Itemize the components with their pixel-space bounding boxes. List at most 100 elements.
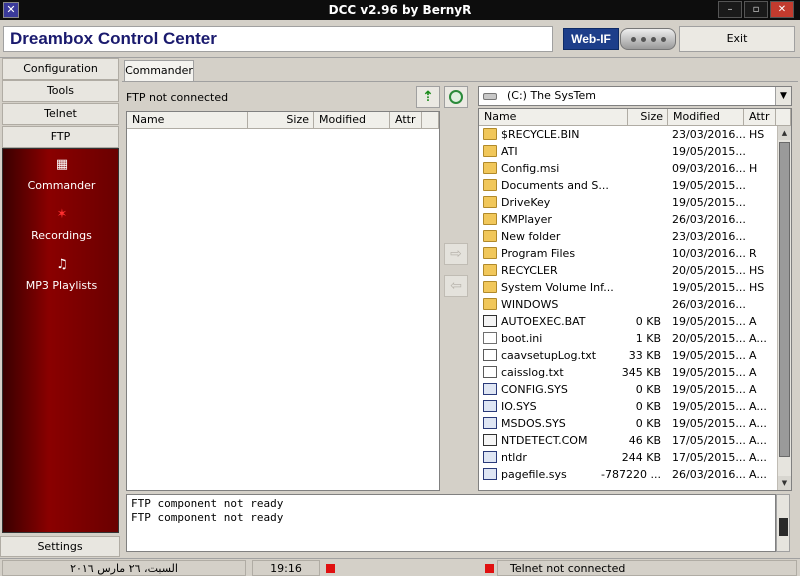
file-list-row[interactable]: ATI 19/05/2015... [479,143,776,160]
mp3-playlists-icon: ♫ [56,257,68,272]
file-list-row[interactable]: WINDOWS 26/03/2016... [479,296,776,313]
file-list-row[interactable]: KMPlayer 26/03/2016... [479,211,776,228]
local-col-attr[interactable]: Attr [744,109,776,126]
ftp-file-list[interactable]: Name Size Modified Attr [126,111,440,491]
ftp-connect-icon[interactable] [444,86,468,108]
file-name: KMPlayer [501,213,552,226]
folder-icon [483,230,497,242]
file-name: $RECYCLE.BIN [501,128,580,141]
nav-item-commander[interactable]: ▦ Commander [3,157,120,201]
file-list-row[interactable]: Program Files 10/03/2016... R [479,245,776,262]
file-modified: 19/05/2015... [672,315,746,328]
file-modified: 26/03/2016... [672,468,746,481]
chevron-down-icon[interactable]: ▼ [775,87,791,105]
file-modified: 19/05/2015... [672,383,746,396]
commander-panel: Commander FTP not connected ⇡ Name Size … [122,58,800,558]
ftp-nav-panel: ▦ Commander ✶ Recordings ♫ MP3 Playlists [2,148,119,533]
ftp-col-attr[interactable]: Attr [390,112,422,129]
tab-commander[interactable]: Commander [124,60,194,82]
log-scrollbar[interactable] [776,494,790,552]
file-modified: 10/03/2016... [672,247,746,260]
file-icon [483,468,497,480]
file-name: ntldr [501,451,527,464]
file-name: MSDOS.SYS [501,417,566,430]
ftp-col-size[interactable]: Size [248,112,314,129]
file-list-row[interactable]: ntldr 244 KB 17/05/2015... A... [479,449,776,466]
file-list-row[interactable]: Documents and S... 19/05/2015... [479,177,776,194]
scrollbar-thumb[interactable] [779,142,790,457]
file-size: 33 KB [628,349,661,362]
status-indicator-icon [326,564,335,573]
nav-telnet-button[interactable]: Telnet [2,103,119,125]
ftp-upload-icon[interactable]: ⇡ [416,86,440,108]
status-time: 19:16 [252,560,320,576]
app-name: Dreambox Control Center [10,29,217,48]
file-icon [483,332,497,344]
file-list-row[interactable]: caisslog.txt 345 KB 19/05/2015... A [479,364,776,381]
file-list-row[interactable]: NTDETECT.COM 46 KB 17/05/2015... A... [479,432,776,449]
scroll-up-icon[interactable]: ▲ [778,126,791,140]
drive-select[interactable]: (C:) The SysTem ▼ [478,86,792,106]
webif-logo[interactable]: Web-IF [563,28,619,50]
exit-button[interactable]: Exit [679,26,795,52]
copy-right-button[interactable]: ⇨ [444,243,468,265]
close-button[interactable]: ✕ [770,1,794,18]
file-list-row[interactable]: System Volume Inf... 19/05/2015... HS [479,279,776,296]
file-list-row[interactable]: RECYCLER 20/05/2015... HS [479,262,776,279]
file-icon [483,400,497,412]
local-file-list[interactable]: Name Size Modified Attr $RECYCLE.BIN 23/0… [478,108,792,491]
nav-item-mp3-playlists[interactable]: ♫ MP3 Playlists [3,257,120,301]
remote-control-icon[interactable] [620,28,676,50]
file-icon [483,349,497,361]
file-list-row[interactable]: pagefile.sys -787220 ... 26/03/2016... A... [479,466,776,483]
minimize-button[interactable]: – [718,1,742,18]
folder-icon [483,179,497,191]
file-list-row[interactable]: boot.ini 1 KB 20/05/2015... A... [479,330,776,347]
file-modified: 23/03/2016... [672,128,746,141]
file-name: ATI [501,145,518,158]
ftp-status-text: FTP not connected [126,91,229,104]
local-col-name[interactable]: Name [479,109,628,126]
nav-configuration-button[interactable]: Configuration [2,58,119,80]
folder-icon [483,162,497,174]
file-list-row[interactable]: MSDOS.SYS 0 KB 19/05/2015... A... [479,415,776,432]
folder-icon [483,145,497,157]
file-size: -787220 ... [601,468,661,481]
nav-tools-button[interactable]: Tools [2,80,119,102]
file-size: 1 KB [635,332,661,345]
file-attr: A [749,349,757,362]
nav-item-recordings[interactable]: ✶ Recordings [3,207,120,251]
file-attr: HS [749,128,765,141]
file-name: DriveKey [501,196,551,209]
file-list-row[interactable]: Config.msi 09/03/2016... H [479,160,776,177]
left-navigation: Configuration Tools Telnet FTP ▦ Command… [0,58,120,558]
file-list-row[interactable]: CONFIG.SYS 0 KB 19/05/2015... A [479,381,776,398]
ftp-col-name[interactable]: Name [127,112,248,129]
file-modified: 20/05/2015... [672,264,746,277]
file-list-row[interactable]: caavsetupLog.txt 33 KB 19/05/2015... A [479,347,776,364]
file-list-row[interactable]: $RECYCLE.BIN 23/03/2016... HS [479,126,776,143]
local-col-modified[interactable]: Modified [668,109,744,126]
file-list-row[interactable]: New folder 23/03/2016... [479,228,776,245]
maximize-button[interactable]: ▫ [744,1,768,18]
file-list-row[interactable]: AUTOEXEC.BAT 0 KB 19/05/2015... A [479,313,776,330]
file-modified: 26/03/2016... [672,213,746,226]
file-list-scrollbar[interactable]: ▲ ▼ [777,126,791,490]
settings-button[interactable]: Settings [0,536,120,557]
scroll-down-icon[interactable]: ▼ [778,476,791,490]
file-modified: 09/03/2016... [672,162,746,175]
folder-icon [483,281,497,293]
ftp-col-modified[interactable]: Modified [314,112,390,129]
file-name: boot.ini [501,332,543,345]
folder-icon [483,264,497,276]
local-col-size[interactable]: Size [628,109,668,126]
app-header: Dreambox Control Center Web-IF Exit [0,20,800,58]
file-list-row[interactable]: DriveKey 19/05/2015... [479,194,776,211]
copy-left-button[interactable]: ⇦ [444,275,468,297]
file-attr: A... [749,434,767,447]
nav-ftp-button[interactable]: FTP [2,126,119,148]
file-attr: A [749,383,757,396]
file-list-row[interactable]: IO.SYS 0 KB 19/05/2015... A... [479,398,776,415]
file-attr: A... [749,400,767,413]
file-name: IO.SYS [501,400,537,413]
